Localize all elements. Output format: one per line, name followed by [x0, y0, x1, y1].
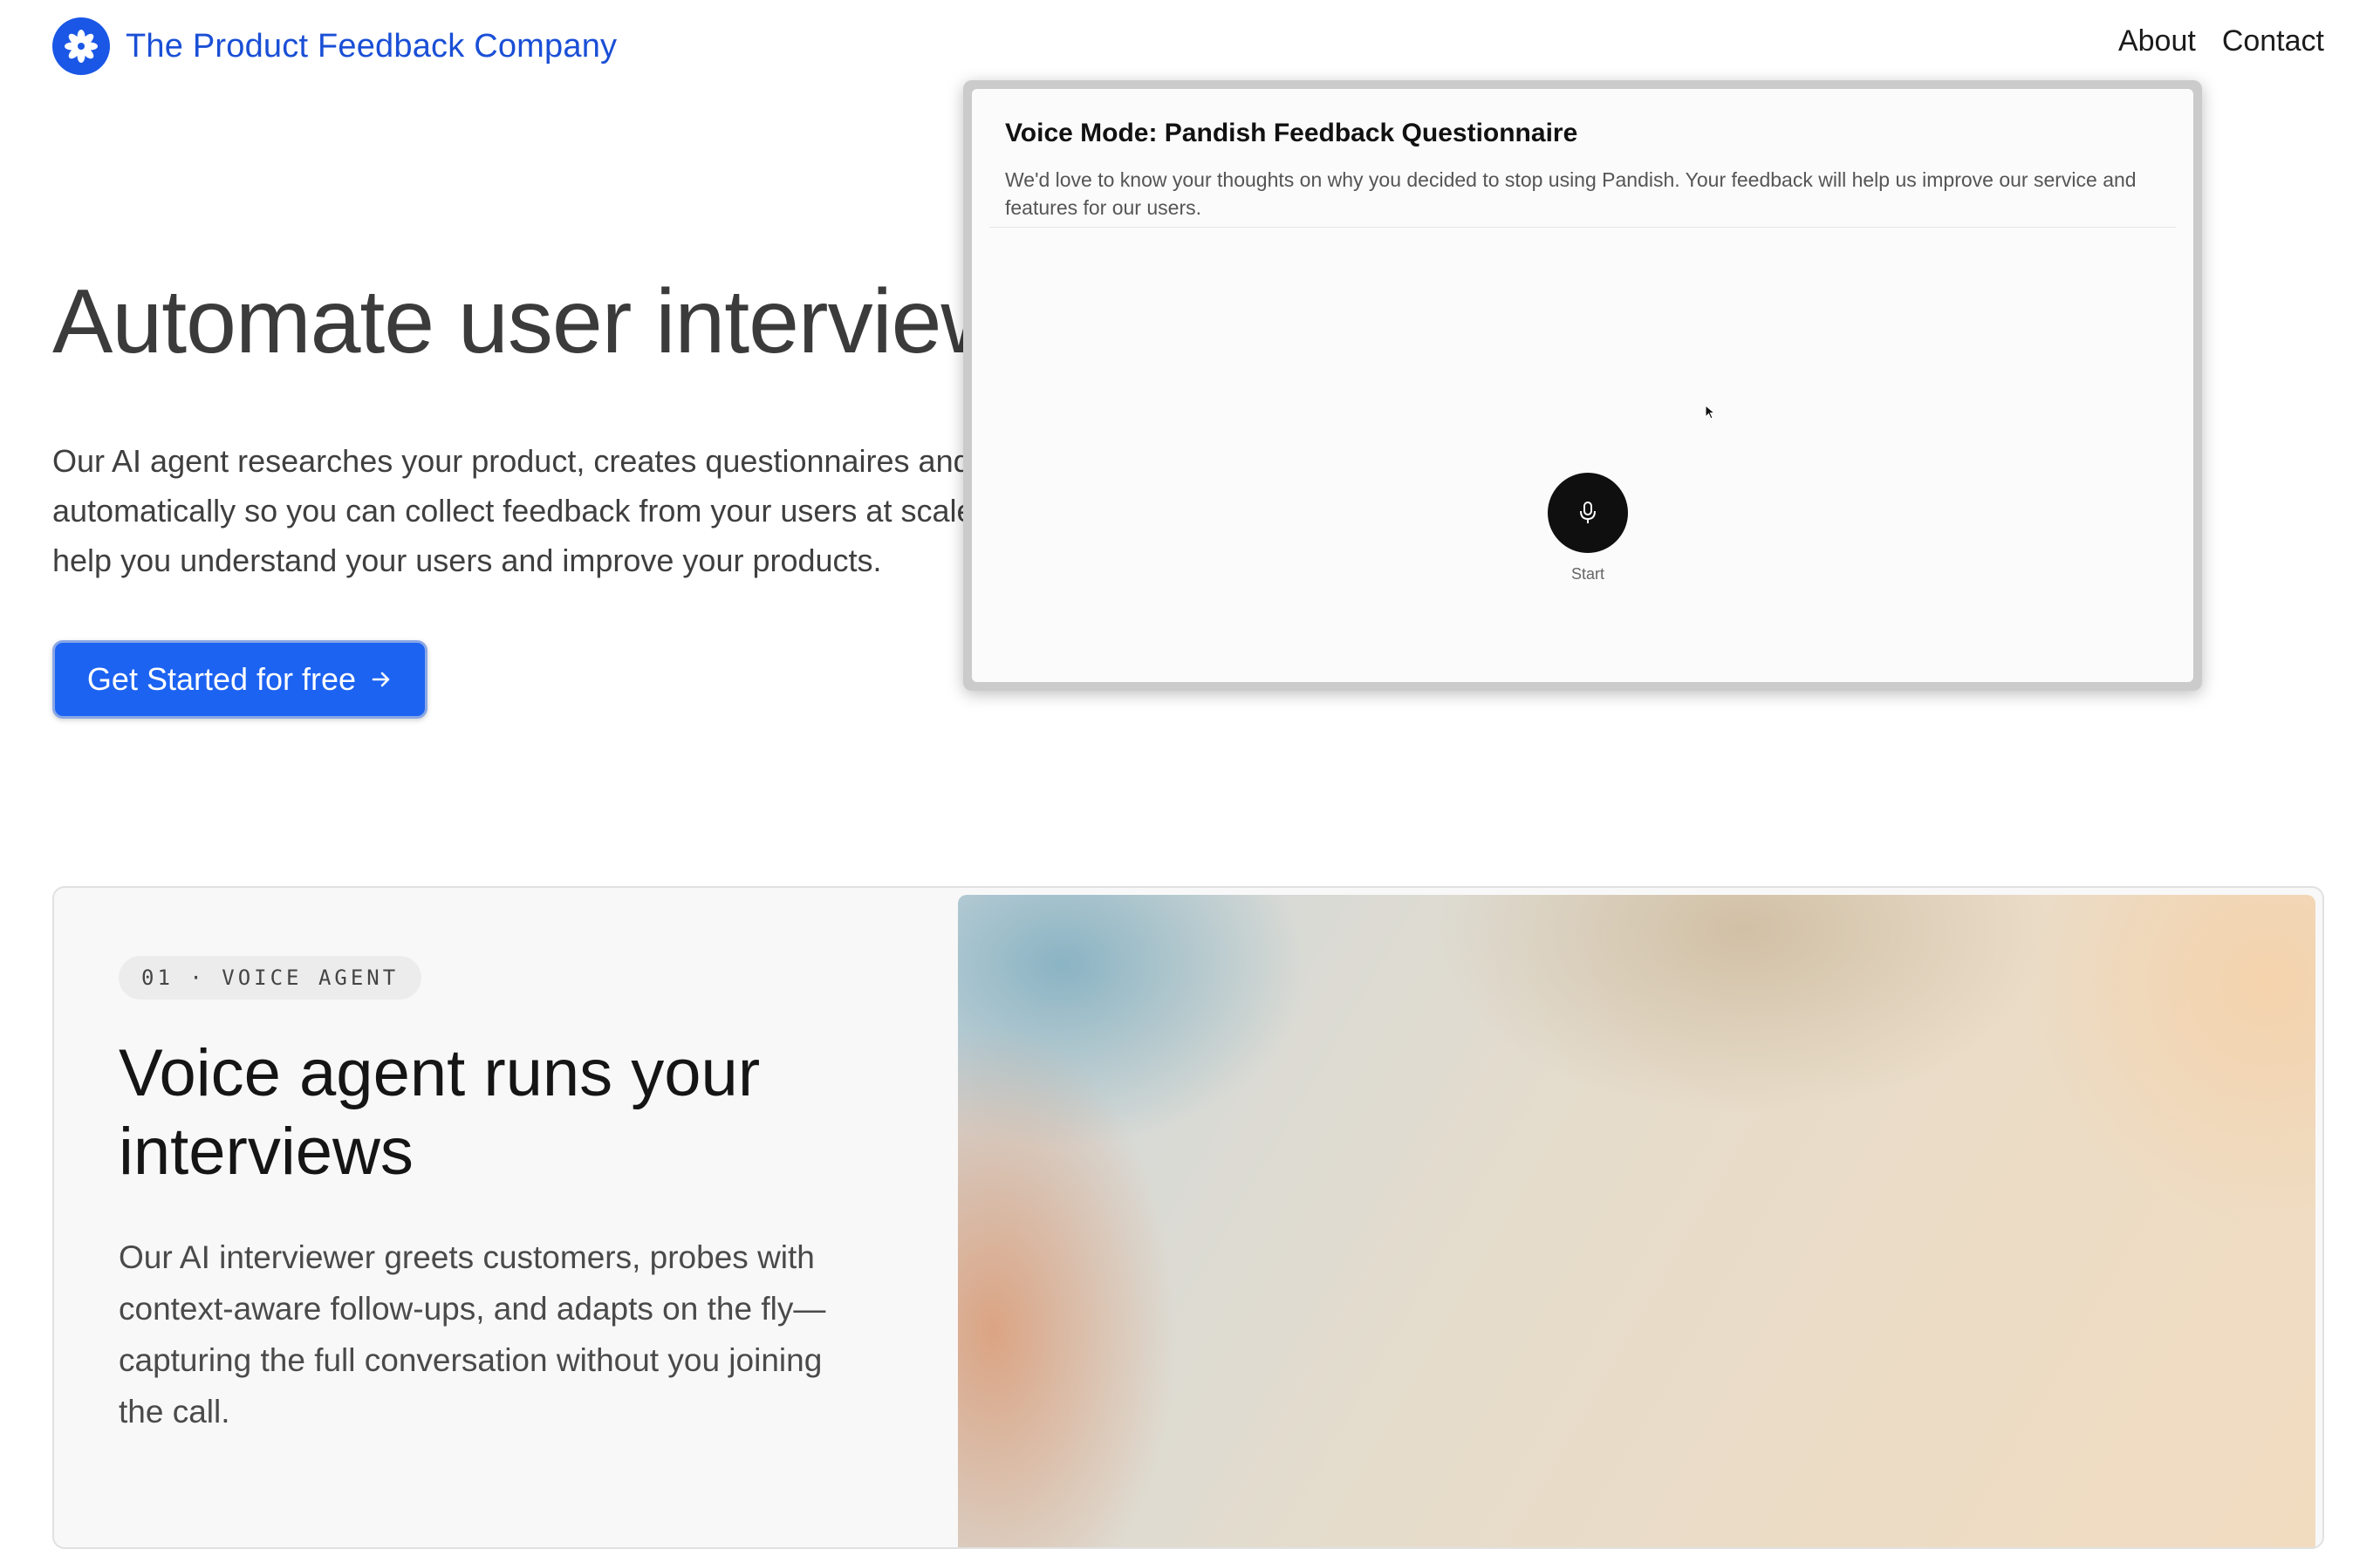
brand-name: The Product Feedback Company: [126, 27, 618, 65]
top-nav: About Contact: [2118, 24, 2324, 58]
nav-contact-link[interactable]: Contact: [2222, 24, 2324, 58]
preview-description: We'd love to know your thoughts on why y…: [1005, 168, 2137, 219]
flower-logo-icon: [52, 17, 110, 75]
preview-panel: Voice Mode: Pandish Feedback Questionnai…: [972, 89, 2193, 682]
preview-divider: [989, 227, 2176, 228]
voice-mode-preview-window: Voice Mode: Pandish Feedback Questionnai…: [963, 80, 2202, 691]
start-label: Start: [1570, 565, 1604, 583]
start-recording-button[interactable]: [1548, 473, 1628, 553]
feature-tag: 01 · VOICE AGENT: [119, 956, 422, 1000]
preview-title: Voice Mode: Pandish Feedback Questionnai…: [1005, 119, 1578, 147]
feature-background-art: [958, 895, 2315, 1547]
mouse-cursor-icon: [1705, 405, 1716, 420]
brand-link[interactable]: The Product Feedback Company: [52, 17, 617, 75]
voice-agent-feature-card: 01 · VOICE AGENT Voice agent runs your i…: [52, 886, 2324, 1549]
get-started-label: Get Started for free: [86, 661, 357, 697]
feature-description: Our AI interviewer greets customers, pro…: [119, 1239, 826, 1430]
microphone-icon: [1580, 502, 1596, 523]
nav-about-link[interactable]: About: [2118, 24, 2196, 58]
arrow-right-icon: [372, 672, 390, 687]
feature-title: Voice agent runs your interviews: [119, 1036, 761, 1189]
get-started-button[interactable]: Get Started for free: [52, 640, 427, 719]
